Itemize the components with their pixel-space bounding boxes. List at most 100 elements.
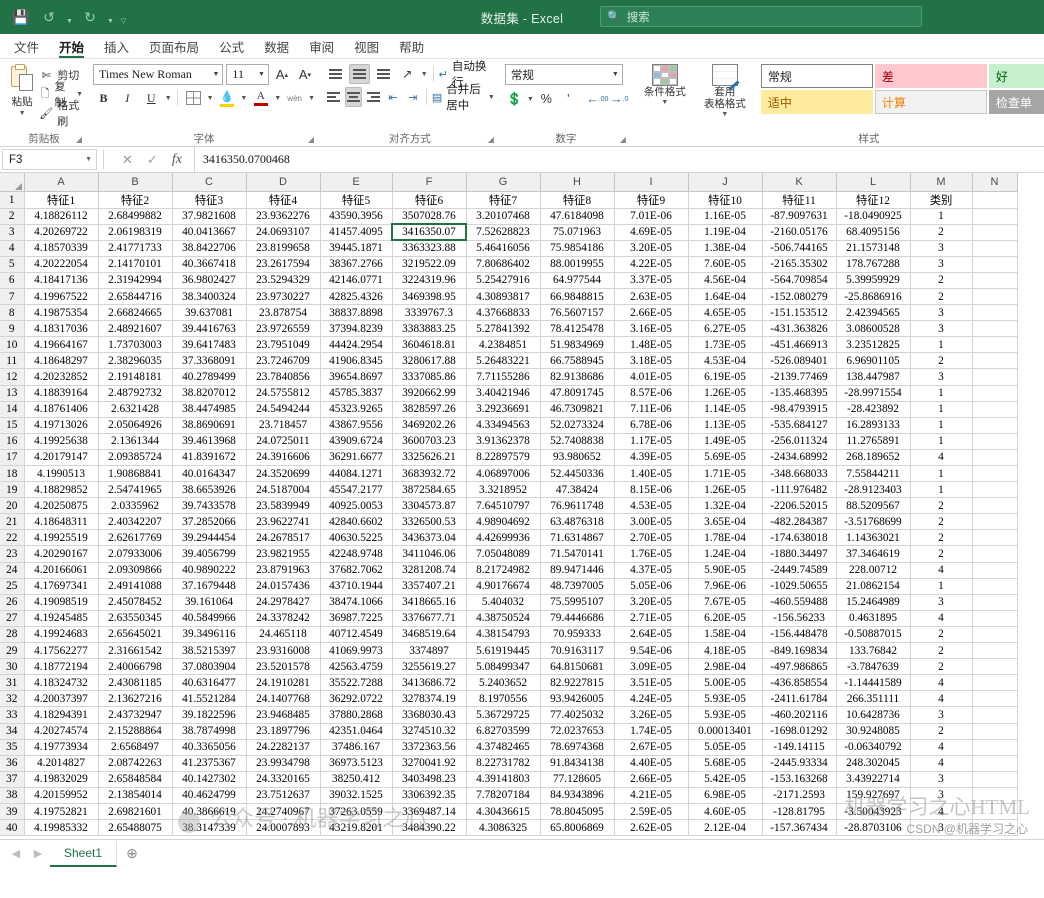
- cell-L7[interactable]: -25.8686916: [836, 288, 911, 306]
- row-header-5[interactable]: 5: [0, 256, 25, 273]
- cell-G39[interactable]: 4.30436615: [466, 803, 541, 821]
- cell-H8[interactable]: 76.5607157: [540, 304, 615, 322]
- cell-D12[interactable]: 23.7840856: [246, 368, 321, 386]
- cell-M23[interactable]: 2: [910, 545, 973, 563]
- cell-L38[interactable]: 159.927697: [836, 787, 911, 804]
- cell-A18[interactable]: 4.1990513: [24, 465, 99, 483]
- cell-E36[interactable]: 36973.5123: [320, 755, 393, 772]
- tab-formulas[interactable]: 公式: [209, 34, 254, 58]
- conditional-format-dropdown-icon[interactable]: ▼: [661, 99, 668, 107]
- cell-L29[interactable]: 133.76842: [836, 642, 911, 660]
- cell-G5[interactable]: 7.80686402: [466, 256, 541, 273]
- cell-G11[interactable]: 5.26483221: [466, 352, 541, 370]
- cell-G23[interactable]: 7.05048089: [466, 545, 541, 563]
- cell-C35[interactable]: 40.3365056: [172, 739, 247, 756]
- cell-I15[interactable]: 6.78E-06: [614, 417, 689, 434]
- column-header-g[interactable]: G: [466, 173, 541, 192]
- cell-D10[interactable]: 23.7951049: [246, 336, 321, 354]
- cell-F38[interactable]: 3306392.35: [392, 787, 467, 804]
- cell-A3[interactable]: 4.20269722: [24, 224, 99, 241]
- cell-B1[interactable]: 特征2: [98, 191, 173, 209]
- row-header-20[interactable]: 20: [0, 497, 25, 515]
- cell-H22[interactable]: 71.6314867: [540, 529, 615, 547]
- cell-M12[interactable]: 3: [910, 368, 973, 386]
- cell-H6[interactable]: 64.977544: [540, 272, 615, 289]
- row-header-7[interactable]: 7: [0, 288, 25, 306]
- cell-L5[interactable]: 178.767288: [836, 256, 911, 273]
- alignment-dialog-launcher-icon[interactable]: ◢: [488, 135, 494, 144]
- cell-F28[interactable]: 3468519.64: [392, 626, 467, 644]
- row-header-24[interactable]: 24: [0, 562, 25, 579]
- cell-B40[interactable]: 2.65488075: [98, 819, 173, 837]
- cell-N36[interactable]: [972, 755, 1018, 772]
- cell-K24[interactable]: -2449.74589: [762, 562, 837, 579]
- cell-A15[interactable]: 4.19713026: [24, 417, 99, 434]
- cell-L9[interactable]: 3.08600528: [836, 320, 911, 338]
- cell-H2[interactable]: 47.6184098: [540, 208, 615, 225]
- cell-F13[interactable]: 3920662.99: [392, 385, 467, 402]
- cell-K9[interactable]: -431.363826: [762, 320, 837, 338]
- cell-E28[interactable]: 40712.4549: [320, 626, 393, 644]
- cell-F36[interactable]: 3270041.92: [392, 755, 467, 772]
- cell-M27[interactable]: 4: [910, 610, 973, 627]
- cell-N31[interactable]: [972, 674, 1018, 692]
- cell-F18[interactable]: 3683932.72: [392, 465, 467, 483]
- cell-N37[interactable]: [972, 771, 1018, 788]
- cell-I23[interactable]: 1.76E-05: [614, 545, 689, 563]
- cell-E1[interactable]: 特征5: [320, 191, 393, 209]
- cell-J21[interactable]: 3.65E-04: [688, 513, 763, 531]
- cell-K14[interactable]: -98.4793915: [762, 401, 837, 418]
- cell-C25[interactable]: 37.1679448: [172, 578, 247, 595]
- cell-I11[interactable]: 3.18E-05: [614, 352, 689, 370]
- borders-dropdown-icon[interactable]: ▼: [207, 95, 214, 102]
- column-header-j[interactable]: J: [688, 173, 763, 192]
- cell-H36[interactable]: 91.8434138: [540, 755, 615, 772]
- cell-B32[interactable]: 2.13627216: [98, 690, 173, 708]
- cell-K19[interactable]: -111.976482: [762, 481, 837, 499]
- cell-F9[interactable]: 3383883.25: [392, 320, 467, 338]
- cell-B9[interactable]: 2.48921607: [98, 320, 173, 338]
- cell-N22[interactable]: [972, 529, 1018, 547]
- borders-button[interactable]: [183, 88, 204, 108]
- cell-A6[interactable]: 4.18417136: [24, 272, 99, 289]
- cell-H24[interactable]: 89.9471446: [540, 562, 615, 579]
- cell-J27[interactable]: 6.20E-05: [688, 610, 763, 627]
- search-input[interactable]: 🔍 搜索: [600, 6, 922, 27]
- cell-K12[interactable]: -2139.77469: [762, 368, 837, 386]
- cell-J31[interactable]: 5.00E-05: [688, 674, 763, 692]
- cell-I28[interactable]: 2.64E-05: [614, 626, 689, 644]
- cell-B2[interactable]: 2.68499882: [98, 208, 173, 225]
- cell-I14[interactable]: 7.11E-06: [614, 401, 689, 418]
- cell-G24[interactable]: 8.21724982: [466, 562, 541, 579]
- cell-M7[interactable]: 2: [910, 288, 973, 306]
- cell-D28[interactable]: 24.465118: [246, 626, 321, 644]
- cell-D7[interactable]: 23.9730227: [246, 288, 321, 306]
- cell-E32[interactable]: 36292.0722: [320, 690, 393, 708]
- cell-F21[interactable]: 3326500.53: [392, 513, 467, 531]
- cell-A8[interactable]: 4.19875354: [24, 304, 99, 322]
- cell-F2[interactable]: 3507028.76: [392, 208, 467, 225]
- cell-B14[interactable]: 2.6321428: [98, 401, 173, 418]
- cell-D13[interactable]: 24.5755812: [246, 385, 321, 402]
- cell-G4[interactable]: 5.46416056: [466, 240, 541, 257]
- formula-input[interactable]: 3416350.0700468: [193, 147, 1044, 172]
- row-header-17[interactable]: 17: [0, 449, 25, 467]
- row-header-36[interactable]: 36: [0, 755, 25, 772]
- cell-I3[interactable]: 4.69E-05: [614, 224, 689, 241]
- paste-button[interactable]: 粘贴 ▼: [5, 64, 39, 117]
- cell-I16[interactable]: 1.17E-05: [614, 433, 689, 450]
- cell-M35[interactable]: 4: [910, 739, 973, 756]
- format-as-table-button[interactable]: 套用 表格格式 ▼: [697, 64, 753, 119]
- select-all-corner[interactable]: [0, 173, 25, 192]
- cell-K30[interactable]: -497.986865: [762, 658, 837, 676]
- cell-B28[interactable]: 2.65645021: [98, 626, 173, 644]
- cell-N24[interactable]: [972, 562, 1018, 579]
- cell-A9[interactable]: 4.18317036: [24, 320, 99, 338]
- cell-H11[interactable]: 66.7588945: [540, 352, 615, 370]
- cell-M13[interactable]: 1: [910, 385, 973, 402]
- cell-E25[interactable]: 43710.1944: [320, 578, 393, 595]
- cell-M4[interactable]: 3: [910, 240, 973, 257]
- cell-I21[interactable]: 3.00E-05: [614, 513, 689, 531]
- cell-H28[interactable]: 70.959333: [540, 626, 615, 644]
- fill-color-dropdown-icon[interactable]: ▼: [240, 95, 247, 102]
